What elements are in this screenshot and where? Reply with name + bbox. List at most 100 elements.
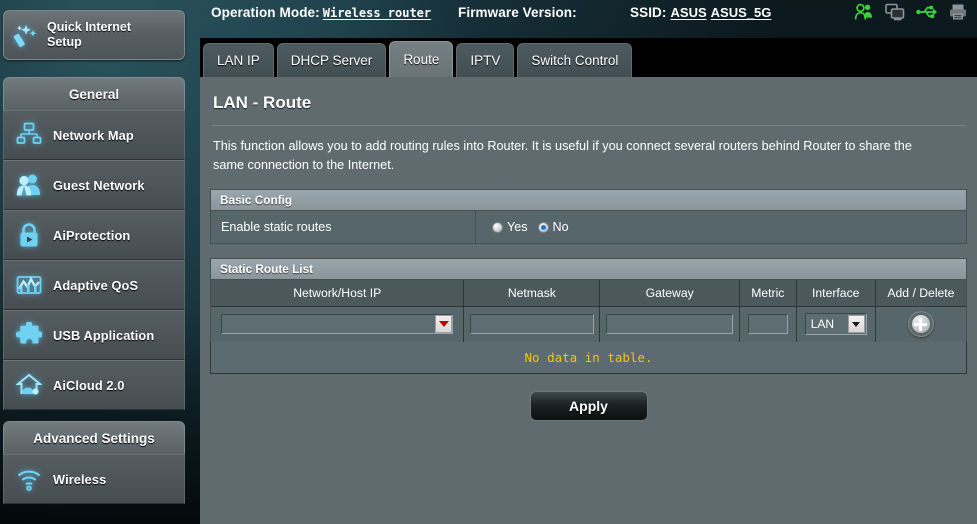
sidebar-item-label: Network Map (53, 127, 134, 143)
sidebar-item-label: AiProtection (53, 227, 131, 243)
tab-route[interactable]: Route (389, 41, 454, 77)
page-content: LAN - Route This function allows you to … (200, 77, 977, 524)
apply-button-row: Apply (210, 391, 967, 421)
enable-static-routes-controls: Yes No (476, 211, 966, 243)
network-host-ip-dropdown-button[interactable] (435, 315, 453, 334)
sidebar-item-wireless[interactable]: Wireless (3, 454, 185, 504)
gateway-input[interactable] (605, 314, 734, 335)
interface-select[interactable]: LAN (804, 313, 867, 336)
firmware-version-info: Firmware Version: (458, 5, 580, 20)
sidebar-item-adaptive-qos[interactable]: Adaptive QoS (3, 260, 185, 310)
chevron-down-icon (852, 321, 861, 327)
tab-label: LAN IP (217, 53, 260, 68)
sidebar: Quick Internet Setup General Network Map (0, 0, 200, 524)
tab-lan-ip[interactable]: LAN IP (203, 43, 274, 77)
column-header-interface: Interface (796, 280, 876, 307)
top-info-bar: Operation Mode: Wireless router Firmware … (200, 0, 977, 38)
enable-static-routes-label: Enable static routes (211, 211, 476, 243)
firmware-version-label: Firmware Version: (458, 5, 577, 20)
add-route-button[interactable] (907, 311, 934, 338)
column-header-metric: Metric (739, 280, 797, 307)
sidebar-item-label: Wireless (53, 471, 107, 487)
radio-no-label: No (552, 220, 569, 234)
network-map-icon (16, 122, 42, 148)
radio-yes-input[interactable] (492, 221, 503, 233)
interface-select-button[interactable] (847, 315, 865, 334)
sidebar-item-network-map[interactable]: Network Map (3, 110, 185, 160)
new-route-input-row: LAN (211, 306, 966, 342)
empty-table-message: No data in table. (210, 342, 967, 374)
radio-no-input[interactable] (537, 221, 549, 233)
ssid-info: SSID: ASUS ASUS_5G (630, 5, 771, 20)
network-host-ip-combo[interactable] (221, 314, 454, 335)
radio-option-no[interactable]: No (537, 220, 569, 234)
quick-internet-setup-button[interactable]: Quick Internet Setup (3, 10, 185, 60)
static-route-list-header: Static Route List (210, 258, 967, 279)
sidebar-item-guest-network[interactable]: Guest Network (3, 160, 185, 210)
page-description: This function allows you to add routing … (213, 139, 912, 172)
static-route-table: Network/Host IP Netmask Gateway Metric I… (211, 280, 966, 342)
page-title: LAN - Route (213, 93, 312, 112)
chevron-down-icon (438, 321, 449, 328)
tab-label: Switch Control (531, 53, 619, 68)
lock-shield-icon (16, 222, 42, 248)
ssid-value-24g[interactable]: ASUS (671, 5, 707, 20)
cell-interface: LAN (796, 306, 876, 342)
tab-label: DHCP Server (290, 53, 373, 68)
sidebar-item-aicloud[interactable]: AiCloud 2.0 (3, 360, 185, 410)
operation-mode-value[interactable]: Wireless router (323, 6, 431, 20)
tab-label: IPTV (470, 53, 501, 68)
sidebar-item-label: USB Application (53, 327, 155, 343)
column-header-gateway: Gateway (599, 280, 740, 307)
radio-option-yes[interactable]: Yes (492, 220, 528, 234)
basic-config-section: Basic Config Enable static routes Yes No (210, 189, 967, 244)
static-route-list-body: Network/Host IP Netmask Gateway Metric I… (210, 279, 967, 342)
apply-button[interactable]: Apply (529, 391, 648, 421)
tab-dhcp-server[interactable]: DHCP Server (276, 43, 387, 77)
operation-mode-info: Operation Mode: Wireless router (211, 5, 431, 20)
puzzle-piece-icon (15, 321, 44, 348)
ssid-label: SSID: (630, 5, 667, 20)
sidebar-section-advanced-label: Advanced Settings (33, 431, 155, 446)
radio-yes-label: Yes (507, 220, 528, 234)
cell-network-host-ip (211, 306, 465, 342)
metric-input[interactable] (747, 314, 788, 335)
sidebar-item-label: AiCloud 2.0 (53, 377, 125, 393)
printer-icon[interactable] (949, 3, 967, 21)
wifi-icon (16, 466, 42, 492)
cell-netmask (463, 306, 601, 342)
quick-internet-setup-label: Quick Internet Setup (47, 20, 132, 49)
cell-add-delete (875, 306, 966, 342)
tab-label: Route (403, 52, 440, 67)
network-host-ip-input[interactable] (221, 314, 454, 335)
basic-config-header-label: Basic Config (220, 193, 293, 207)
static-route-list-header-label: Static Route List (220, 262, 314, 276)
guest-network-icon[interactable] (854, 3, 874, 21)
enable-static-routes-row: Enable static routes Yes No (211, 211, 966, 243)
aicloud-icon (15, 372, 43, 398)
sidebar-item-usb-application[interactable]: USB Application (3, 310, 185, 360)
sidebar-item-label: Guest Network (53, 177, 145, 193)
cell-gateway (599, 306, 740, 342)
netmask-input[interactable] (469, 314, 594, 335)
cell-metric (739, 306, 797, 342)
screen-mirror-icon[interactable] (885, 3, 905, 21)
table-header-row: Network/Host IP Netmask Gateway Metric I… (211, 280, 966, 307)
usb-icon[interactable] (916, 3, 938, 21)
router-admin-ui: Operation Mode: Wireless router Firmware … (0, 0, 977, 524)
sidebar-item-label: Adaptive QoS (53, 277, 139, 293)
column-header-network-host-ip: Network/Host IP (211, 280, 465, 307)
basic-config-header: Basic Config (210, 189, 967, 210)
tab-switch-control[interactable]: Switch Control (517, 43, 633, 77)
guest-network-icon (16, 172, 42, 198)
static-route-list-section: Static Route List Network/Host IP Netmas… (210, 258, 967, 374)
sidebar-section-general: General (3, 77, 185, 111)
basic-config-body: Enable static routes Yes No (210, 210, 967, 244)
sidebar-section-general-label: General (68, 87, 120, 102)
operation-mode-label: Operation Mode: (211, 5, 320, 20)
qos-chart-icon (16, 272, 42, 298)
magic-wand-icon (13, 22, 39, 48)
tab-iptv[interactable]: IPTV (456, 43, 515, 77)
ssid-value-5g[interactable]: ASUS_5G (711, 5, 772, 20)
sidebar-item-aiprotection[interactable]: AiProtection (3, 210, 185, 260)
